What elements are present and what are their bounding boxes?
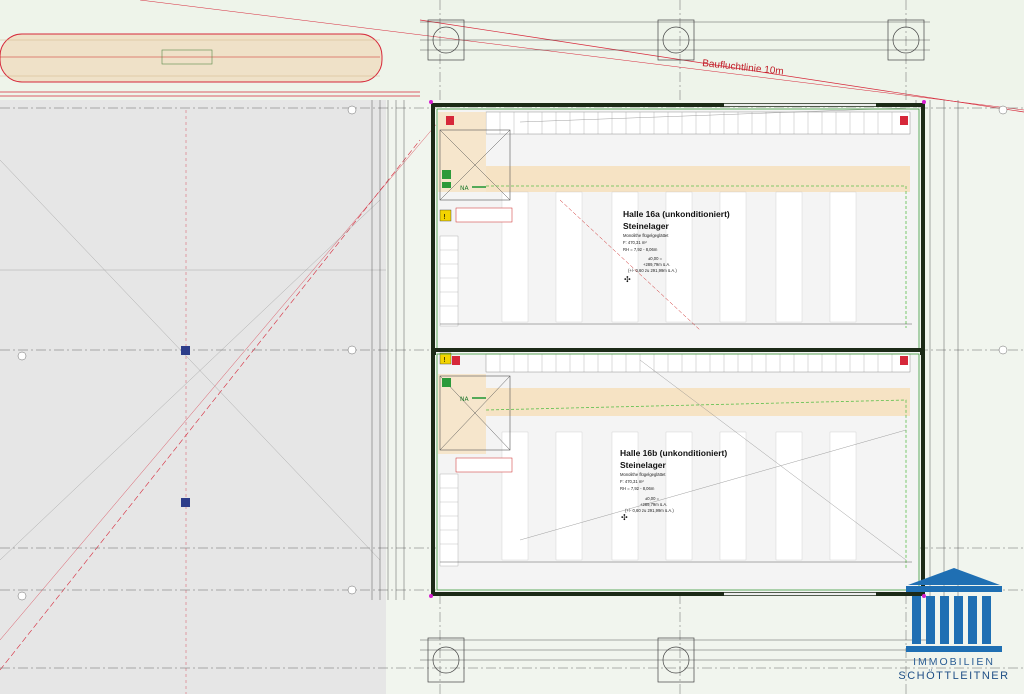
hall-16b-aisle (486, 388, 910, 416)
fire-extinguisher-icon-right (900, 116, 908, 125)
hall-16b-area: F: 470,31 m² (620, 479, 644, 484)
warning-sign-glyph: ! (443, 213, 446, 221)
hall-16a-aisle (486, 166, 910, 192)
hall-16b-level-2: +289,79m ü.A. (640, 502, 667, 507)
hall-16b-note-box (455, 457, 513, 473)
hall-16b-left-shelves (439, 473, 459, 567)
hall-16b-floor-type: Monolithe flügelgeglättet (620, 472, 666, 477)
hall-16b-height: RH = 7,92 - 8,06m (620, 486, 655, 491)
hall-16a-level-2: +289,79m ü.A. (643, 262, 670, 267)
logo-building-icon (906, 568, 1002, 652)
hall-16a-height: RH = 7,92 - 8,06m (623, 247, 658, 252)
exit-sign-icon (442, 170, 451, 179)
hall-16a-level-1: ±0,00 = (648, 256, 663, 261)
top-strip (0, 33, 383, 83)
hall-16b-rack-top (485, 353, 911, 373)
hall-16b-level-1: ±0,00 = (645, 496, 660, 501)
na-label-a: NA (460, 185, 469, 192)
na-label-b: NA (460, 396, 469, 403)
exit-sign-icon-2 (442, 182, 451, 188)
hall-16b-level-mark: ✣ (621, 513, 628, 522)
hall-16a-level-mark: ✣ (624, 275, 631, 284)
hall-16a-level-3: (+/- 0,60 zu 291,99m ü.A.) (628, 268, 677, 273)
warning-sign-glyph-b: ! (443, 356, 446, 364)
hall-16a-note-box (455, 207, 513, 223)
hall-16a-rack-top (485, 111, 911, 135)
hall-16a-use: Steinelager (623, 221, 670, 231)
hall-16a-title: Halle 16a (unkonditioniert) (623, 209, 730, 219)
logo-line-2: SCHÖTTLEITNER (898, 670, 1010, 682)
hall-16a-area: F: 470,31 m² (623, 240, 647, 245)
fire-extinguisher-icon-b-right (900, 356, 908, 365)
exit-sign-icon-b (442, 378, 451, 387)
hall-16a-floor-type: Monolithe flügelgeglättet (623, 233, 669, 238)
hall-16b-level-3: (+/- 0,60 zu 291,99m ü.A.) (625, 508, 674, 513)
hall-16a-left-shelves (439, 235, 459, 327)
fire-extinguisher-icon-b (452, 356, 460, 365)
hall-16b-use: Steinelager (620, 460, 667, 470)
site-area-left (0, 100, 386, 694)
fire-extinguisher-icon (446, 116, 454, 125)
hall-16b-title: Halle 16b (unkonditioniert) (620, 448, 727, 458)
hall-16a: ! NA Halle 16a (unkonditioniert) Steinel… (431, 103, 925, 355)
hall-16b: ! NA Halle 16b (unkonditioniert) Steinel… (431, 348, 925, 596)
logo-line-1: IMMOBILIEN (913, 656, 995, 668)
floor-plan-drawing: Baufluchtlinie 10m ! NA Halle 16a (unkon… (0, 0, 1024, 694)
floor-plan: Baufluchtlinie 10m ! NA Halle 16a (unkon… (0, 0, 1024, 694)
